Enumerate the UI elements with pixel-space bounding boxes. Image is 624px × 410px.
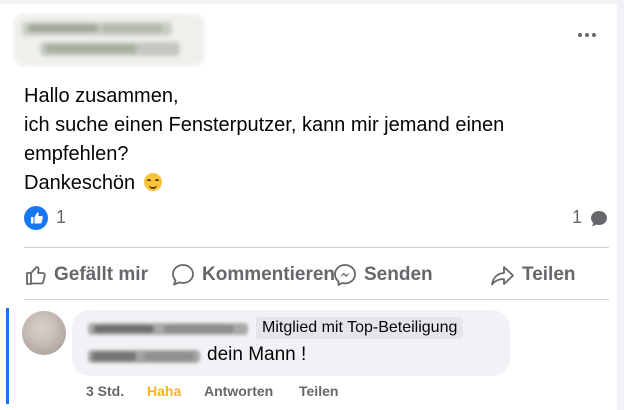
post-line: ich suche einen Fensterputzer, kann mir … bbox=[24, 114, 505, 136]
post-line: Hallo zusammen, bbox=[24, 85, 179, 107]
blurred-author-name bbox=[14, 14, 204, 66]
post-text: Hallo zusammen, ich suche einen Fensterp… bbox=[24, 82, 584, 198]
like-reaction-icon[interactable] bbox=[24, 206, 48, 230]
dot bbox=[592, 33, 596, 37]
right-separator bbox=[617, 0, 624, 410]
top-contributor-badge: Mitglied mit Top-Beteiligung bbox=[256, 317, 464, 339]
comment-share-button[interactable]: Teilen bbox=[299, 383, 338, 399]
thumbs-up-icon bbox=[26, 266, 46, 285]
like-button[interactable]: Gefällt mir bbox=[24, 262, 148, 288]
divider bbox=[24, 247, 609, 248]
smiling-face-icon bbox=[143, 173, 162, 191]
avatar[interactable] bbox=[22, 311, 66, 355]
share-label: Teilen bbox=[522, 264, 576, 285]
share-arrow-icon bbox=[491, 266, 514, 286]
comment-count[interactable]: 1 bbox=[572, 207, 582, 228]
post-line: empfehlen? bbox=[24, 143, 129, 165]
comment-timestamp[interactable]: 3 Std. bbox=[86, 383, 124, 399]
post-line-last: Dankeschön bbox=[24, 169, 584, 198]
post-line: Dankeschön bbox=[24, 172, 136, 194]
divider bbox=[24, 299, 609, 300]
send-button[interactable]: Senden bbox=[332, 262, 433, 288]
top-separator bbox=[0, 0, 624, 4]
blurred-mention[interactable] bbox=[86, 344, 204, 368]
comment-label: Kommentieren bbox=[202, 264, 336, 285]
highlighted-comment-indicator bbox=[6, 308, 9, 404]
comment-text: dein Mann ! bbox=[207, 344, 307, 365]
comment-bubble-icon[interactable] bbox=[589, 209, 609, 229]
reply-button[interactable]: Antworten bbox=[204, 383, 273, 399]
comment-button[interactable]: Kommentieren bbox=[170, 262, 335, 288]
like-label: Gefällt mir bbox=[54, 264, 148, 285]
reaction-count[interactable]: 1 bbox=[56, 207, 66, 228]
dot bbox=[585, 33, 589, 37]
haha-reaction-button[interactable]: Haha bbox=[147, 383, 181, 399]
messenger-icon bbox=[334, 264, 356, 286]
share-button[interactable]: Teilen bbox=[488, 262, 576, 288]
send-label: Senden bbox=[364, 264, 433, 285]
blurred-commenter-name[interactable] bbox=[86, 318, 252, 340]
comment-icon bbox=[172, 264, 194, 286]
post-more-options-icon[interactable] bbox=[570, 22, 604, 48]
dot bbox=[578, 33, 582, 37]
